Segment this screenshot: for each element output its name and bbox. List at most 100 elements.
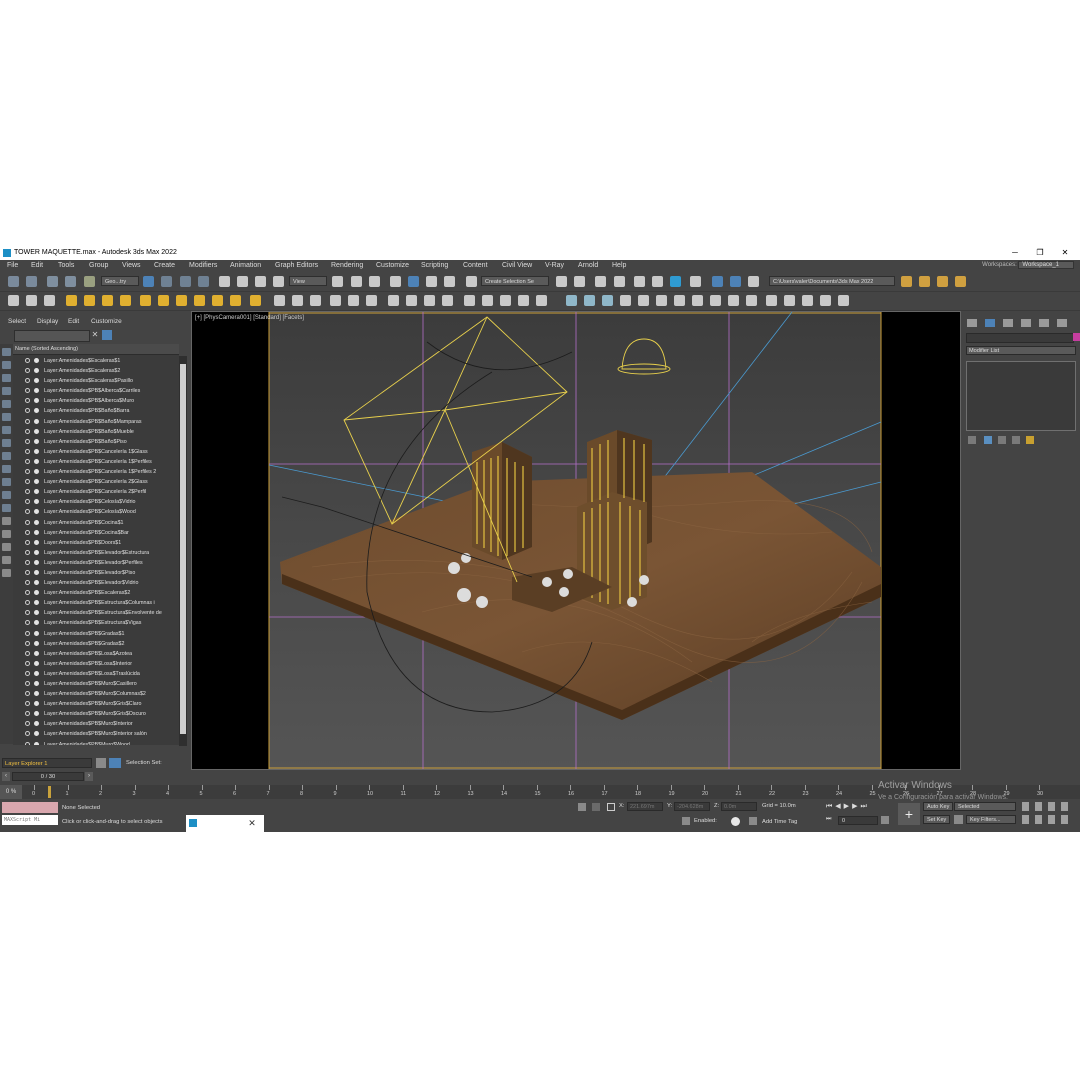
selection-sets-icon[interactable] — [109, 758, 121, 768]
layer-row[interactable]: Layer:Amenidades$PB$Estructura$Envolvent… — [13, 608, 179, 618]
menu-civil-view[interactable]: Civil View — [502, 262, 532, 269]
vray-ies-icon[interactable] — [84, 295, 95, 306]
render-toggle-icon[interactable] — [34, 408, 39, 414]
arnold-aov-icon[interactable] — [728, 295, 739, 306]
auto-key-button[interactable]: Auto Key — [923, 802, 954, 811]
render-toggle-icon[interactable] — [34, 711, 39, 717]
object-name-field[interactable] — [966, 333, 1074, 343]
material-override-icon[interactable] — [424, 295, 435, 306]
display-shapes-icon[interactable] — [2, 361, 11, 369]
clear-search-icon[interactable]: ✕ — [90, 330, 100, 340]
display-bones-icon[interactable] — [2, 452, 11, 460]
material-preview-icon[interactable] — [406, 295, 417, 306]
visibility-eye-icon[interactable] — [25, 418, 30, 424]
display-particles-icon[interactable] — [2, 465, 11, 473]
layer-row[interactable]: Layer:Amenidades$PB$Cocina$Bar — [13, 528, 179, 538]
layer-row[interactable]: Layer:Amenidades$PB$Losa$Interior — [13, 659, 179, 669]
thumb-close-icon[interactable]: ✕ — [246, 816, 258, 830]
render-toggle-icon[interactable] — [34, 428, 39, 434]
arnold-mesh-icon[interactable] — [602, 295, 613, 306]
display-xrefs-icon[interactable] — [2, 439, 11, 447]
keyboard-shortcut-override-icon[interactable] — [369, 276, 380, 287]
spot-light-icon[interactable] — [194, 295, 205, 306]
undo-icon[interactable] — [8, 276, 19, 287]
visibility-eye-icon[interactable] — [25, 368, 30, 374]
close-button[interactable]: ✕ — [1053, 246, 1077, 260]
render-interactive-icon[interactable] — [26, 295, 37, 306]
z-coordinate-field[interactable]: 0.0m — [721, 802, 757, 811]
render-toggle-icon[interactable] — [34, 580, 39, 586]
modify-tab-icon[interactable] — [985, 319, 995, 327]
render-toggle-icon[interactable] — [34, 650, 39, 656]
visibility-eye-icon[interactable] — [25, 479, 30, 485]
hierarchy-tab-icon[interactable] — [1003, 319, 1013, 327]
visibility-eye-icon[interactable] — [25, 660, 30, 666]
render-toggle-icon[interactable] — [34, 499, 39, 505]
selection-lock-icon[interactable] — [592, 803, 600, 811]
column-header-name[interactable]: Name (Sorted Ascending) — [13, 344, 179, 355]
object-color-swatch[interactable] — [1073, 333, 1080, 341]
layers-stack-icon[interactable] — [96, 758, 106, 768]
layer-row[interactable]: Layer:Amenidades$PB$Celosía$Vidrio — [13, 497, 179, 507]
camera-viewport[interactable]: [+] [PhysCamera001] [Standard] [Facets] — [191, 311, 961, 770]
arnold-ipr-icon[interactable] — [584, 295, 595, 306]
tab-edit[interactable]: Edit — [68, 318, 79, 325]
render-toggle-icon[interactable] — [34, 378, 39, 384]
filter-icon[interactable] — [102, 330, 112, 340]
layer-row[interactable]: Layer:Amenidades$PB$Escaleras$2 — [13, 588, 179, 598]
render-toggle-icon[interactable] — [34, 600, 39, 606]
render-toggle-icon[interactable] — [34, 559, 39, 565]
visibility-eye-icon[interactable] — [25, 489, 30, 495]
visibility-eye-icon[interactable] — [25, 670, 30, 676]
arnold-eye-icon[interactable] — [838, 295, 849, 306]
menu-create[interactable]: Create — [154, 262, 175, 269]
menu-tools[interactable]: Tools — [58, 262, 74, 269]
vray-fur-icon[interactable] — [292, 295, 303, 306]
layer-row[interactable]: Layer:Amenidades$PB$Baño$Barra — [13, 406, 179, 416]
arnold-render-icon[interactable] — [566, 295, 577, 306]
layer-row[interactable]: Layer:Amenidades$PB$Cancelería 1$Glass — [13, 447, 179, 457]
render-toggle-icon[interactable] — [34, 368, 39, 374]
vray-proxy-icon[interactable] — [274, 295, 285, 306]
render-toggle-icon[interactable] — [34, 549, 39, 555]
edit-named-selection-icon[interactable] — [466, 276, 477, 287]
visibility-eye-icon[interactable] — [25, 438, 30, 444]
snaps-toggle-icon[interactable] — [390, 276, 401, 287]
rotate-icon[interactable] — [237, 276, 248, 287]
menu-views[interactable]: Views — [122, 262, 141, 269]
layer-row[interactable]: Layer:Amenidades$PB$Muro$Casillero — [13, 679, 179, 689]
tab-display[interactable]: Display — [37, 318, 58, 325]
prev-frame-icon[interactable]: ‹ — [2, 772, 10, 781]
vray-help-icon[interactable] — [536, 295, 547, 306]
sky-dome-icon[interactable] — [158, 295, 169, 306]
layer-row[interactable]: Layer:Amenidades$PB$Alberca$Carriles — [13, 386, 179, 396]
visibility-eye-icon[interactable] — [25, 610, 30, 616]
project-folder-icon[interactable] — [901, 276, 912, 287]
vray-sun-icon[interactable] — [120, 295, 131, 306]
filter-funnel-icon[interactable] — [2, 569, 11, 577]
display-lights-icon[interactable] — [2, 374, 11, 382]
next-frame-icon[interactable]: › — [85, 772, 93, 781]
time-slider[interactable]: 0 % — [0, 785, 22, 799]
visibility-eye-icon[interactable] — [25, 640, 30, 646]
display-containers-icon[interactable] — [2, 478, 11, 486]
visibility-eye-icon[interactable] — [25, 590, 30, 596]
render-toggle-icon[interactable] — [34, 691, 39, 697]
display-space-warps-icon[interactable] — [2, 413, 11, 421]
render-toggle-icon[interactable] — [34, 569, 39, 575]
layer-row[interactable]: Layer:Amenidades$PB$Estructura$Vigas — [13, 618, 179, 628]
selection-filter-dropdown[interactable]: Geo...try — [101, 276, 139, 286]
display-all-icon[interactable] — [2, 517, 11, 525]
reference-coordinate-dropdown[interactable]: View — [289, 276, 327, 286]
visibility-eye-icon[interactable] — [25, 378, 30, 384]
light-bulb-icon[interactable] — [766, 295, 777, 306]
render-toggle-icon[interactable] — [34, 630, 39, 636]
display-helpers-icon[interactable] — [2, 400, 11, 408]
layer-row[interactable]: Layer:Amenidades$PB$Estructura$Columnas … — [13, 598, 179, 608]
viewport-navigation-icons-bottom[interactable] — [1022, 815, 1074, 824]
align-icon[interactable] — [574, 276, 585, 287]
curve-editor-icon[interactable] — [652, 276, 663, 287]
layer-list-scroll-thumb[interactable] — [180, 364, 186, 734]
render-toggle-icon[interactable] — [34, 670, 39, 676]
set-key-button[interactable]: Set Key — [923, 815, 951, 824]
